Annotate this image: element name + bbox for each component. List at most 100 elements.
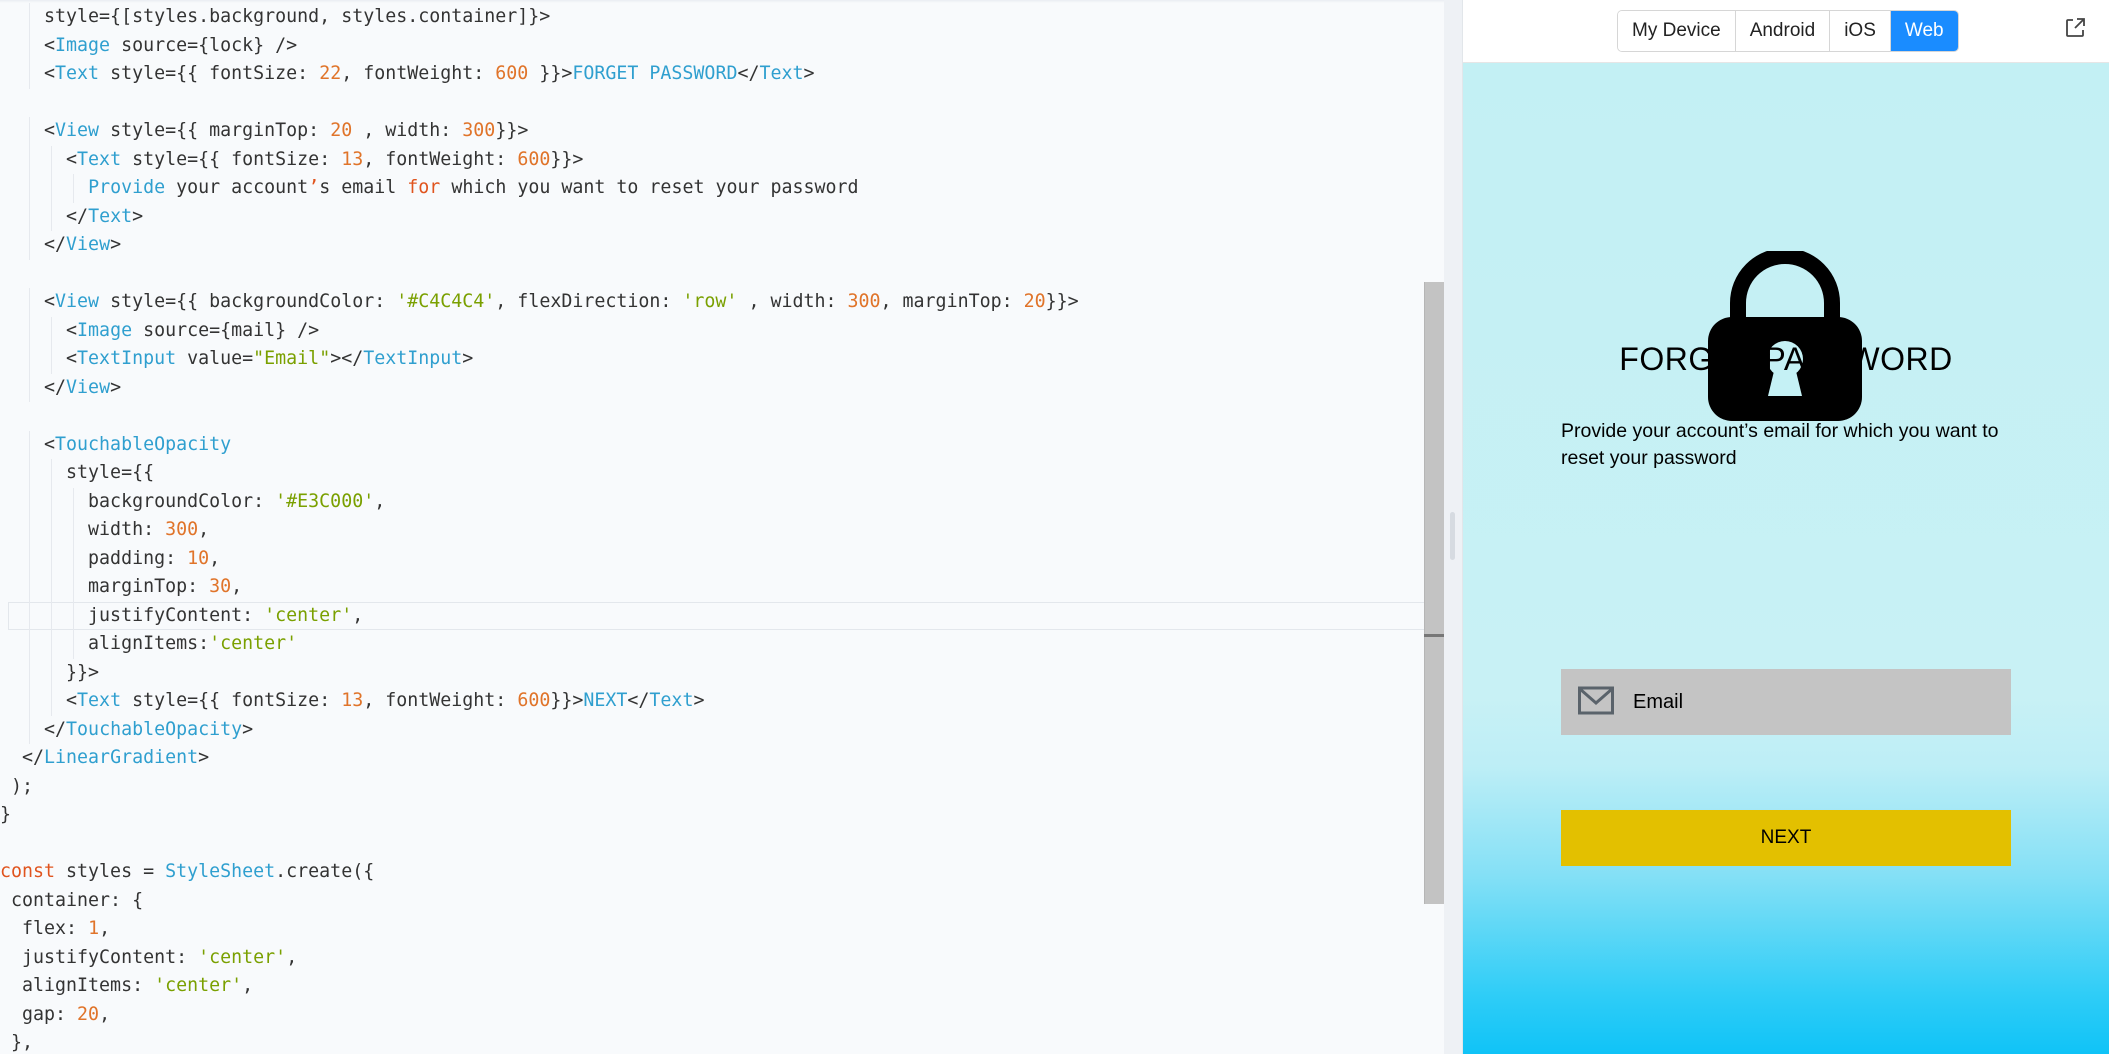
code-line[interactable]: alignItems:'center' — [0, 630, 1430, 659]
code-line[interactable]: }, — [0, 1029, 1430, 1054]
code-line[interactable]: <Image source={lock} /> — [0, 31, 1430, 60]
code-token: style={[styles.background, styles.contai… — [0, 6, 551, 27]
code-token: style={{ backgroundColor: — [99, 291, 397, 312]
tab-my-device[interactable]: My Device — [1618, 11, 1736, 51]
platform-switcher: My Device Android iOS Web — [1617, 10, 1959, 52]
code-line[interactable]: backgroundColor: '#E3C000', — [0, 487, 1430, 516]
indent-guide — [29, 288, 30, 317]
code-line[interactable] — [0, 402, 1430, 431]
code-token: NEXT — [583, 690, 628, 711]
indent-guide — [51, 145, 52, 174]
code-token: , fontWeight: — [363, 148, 518, 170]
code-line[interactable]: <TextInput value="Email"></TextInput> — [0, 345, 1430, 374]
code-token: View — [55, 120, 100, 141]
indent-guide — [51, 516, 52, 545]
code-line[interactable]: </Text> — [0, 202, 1430, 231]
code-token: , marginTop: — [880, 291, 1024, 312]
code-line[interactable]: </View> — [0, 231, 1430, 260]
indent-guide — [29, 516, 30, 545]
code-line[interactable] — [0, 260, 1430, 289]
code-token: s email — [319, 177, 408, 198]
email-input[interactable] — [1633, 669, 1993, 735]
code-line[interactable]: width: 300, — [0, 516, 1430, 545]
indent-guide — [29, 345, 30, 374]
code-line[interactable]: } — [0, 801, 1430, 830]
code-line[interactable]: <Image source={mail} /> — [0, 316, 1430, 345]
code-line[interactable]: const styles = StyleSheet.create({ — [0, 858, 1430, 887]
code-line[interactable]: <Text style={{ fontSize: 22, fontWeight:… — [0, 60, 1430, 89]
code-line[interactable]: gap: 20, — [0, 1001, 1430, 1030]
code-token: > — [462, 348, 474, 369]
code-line[interactable]: alignItems: 'center', — [0, 972, 1430, 1001]
pane-resize-handle[interactable] — [1450, 512, 1455, 560]
code-token: TouchableOpacity — [66, 718, 243, 740]
indent-guide — [51, 316, 52, 345]
code-line[interactable]: </LinearGradient> — [0, 744, 1430, 773]
code-token: 300 — [462, 120, 496, 141]
indent-guide — [29, 487, 30, 516]
code-line[interactable] — [0, 830, 1430, 859]
code-line[interactable]: <Text style={{ fontSize: 13, fontWeight:… — [0, 145, 1430, 174]
editor-scrollbar[interactable] — [1424, 282, 1444, 904]
code-token: for — [407, 177, 441, 198]
code-token: ></ — [330, 348, 364, 369]
tab-web[interactable]: Web — [1890, 11, 1958, 51]
indent-guide — [29, 715, 30, 744]
code-token: 1 — [88, 918, 100, 939]
indent-guide — [73, 630, 74, 659]
indent-guide — [29, 31, 30, 60]
code-token: 300 — [847, 291, 881, 312]
code-line[interactable]: Provide your account’s email for which y… — [0, 174, 1430, 203]
indent-guide — [51, 487, 52, 516]
code-line[interactable]: justifyContent: 'center', — [0, 944, 1430, 973]
code-token: 'center' — [198, 946, 287, 968]
code-line[interactable]: ); — [0, 773, 1430, 802]
code-line[interactable]: <TouchableOpacity — [0, 430, 1430, 459]
code-line[interactable]: marginTop: 30, — [0, 573, 1430, 602]
next-button[interactable]: NEXT — [1561, 810, 2011, 866]
indent-guide — [29, 658, 30, 687]
code-line[interactable]: <View style={{ backgroundColor: '#C4C4C4… — [0, 288, 1430, 317]
code-lines[interactable]: style={[styles.background, styles.contai… — [0, 3, 1434, 1054]
indent-guide — [51, 630, 52, 659]
code-token: 13 — [341, 148, 364, 170]
code-editor[interactable]: style={[styles.background, styles.contai… — [0, 0, 1444, 1054]
code-line[interactable]: flex: 1, — [0, 915, 1430, 944]
code-token: Text — [759, 63, 804, 84]
mail-icon — [1578, 686, 1614, 715]
code-line[interactable]: <Text style={{ fontSize: 13, fontWeight:… — [0, 687, 1430, 716]
code-line[interactable] — [0, 89, 1430, 118]
code-line[interactable]: style={[styles.background, styles.contai… — [0, 3, 1430, 32]
code-token: , — [231, 576, 243, 597]
code-line[interactable]: }}> — [0, 658, 1430, 687]
preview-pane: My Device Android iOS Web FORGET PASSWORD P… — [1463, 0, 2109, 1054]
code-token: alignItems: — [0, 633, 210, 654]
indent-guide — [73, 573, 74, 602]
indent-guide — [29, 544, 30, 573]
code-line[interactable]: style={{ — [0, 459, 1430, 488]
scrollbar-cursor-marker — [1424, 634, 1444, 637]
tab-ios[interactable]: iOS — [1830, 11, 1891, 51]
code-token: </ — [0, 205, 89, 227]
indent-guide — [29, 231, 30, 260]
code-token: style={{ marginTop: — [99, 120, 331, 141]
code-line[interactable]: </View> — [0, 373, 1430, 402]
code-token: .create({ — [275, 861, 375, 882]
code-token: TextInput — [363, 348, 463, 369]
code-token: , fontWeight: — [363, 690, 518, 711]
indent-guide — [29, 145, 30, 174]
external-link-icon[interactable] — [2063, 16, 2087, 40]
code-token: 600 — [517, 148, 551, 170]
code-token: flex: — [0, 918, 89, 939]
code-line[interactable]: container: { — [0, 887, 1430, 916]
code-line[interactable]: padding: 10, — [0, 544, 1430, 573]
code-token: ); — [0, 775, 34, 797]
code-line[interactable]: justifyContent: 'center', — [0, 601, 1434, 630]
indent-guide — [51, 573, 52, 602]
code-line[interactable]: </TouchableOpacity> — [0, 715, 1430, 744]
indent-guide — [51, 174, 52, 203]
tab-android[interactable]: Android — [1735, 11, 1831, 51]
code-token: }}> — [550, 148, 584, 170]
code-line[interactable]: <View style={{ marginTop: 20 , width: 30… — [0, 117, 1430, 146]
